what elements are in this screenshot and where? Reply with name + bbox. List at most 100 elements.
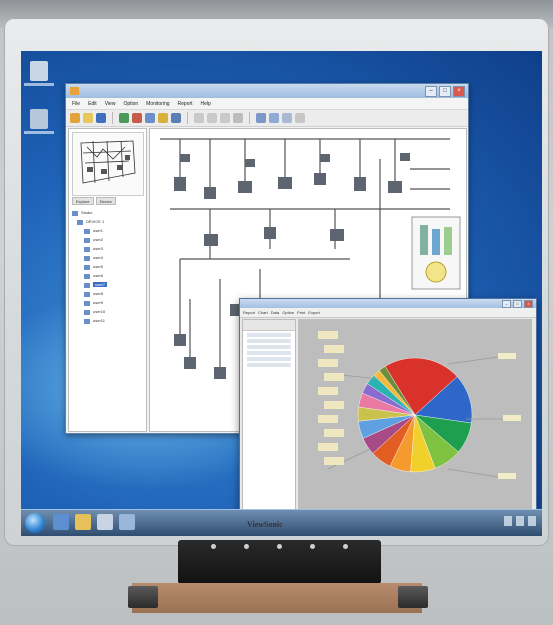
report-list-item[interactable]	[247, 345, 291, 349]
user-node-icon	[84, 274, 90, 279]
maximize-button[interactable]: □	[439, 86, 451, 97]
monitor-button-menu[interactable]	[244, 544, 249, 549]
zoom-icon[interactable]	[256, 113, 266, 123]
close-button[interactable]: ×	[453, 86, 465, 97]
export-tab[interactable]: Export	[308, 308, 320, 317]
report-list-item[interactable]	[247, 351, 291, 355]
monitor-button-up[interactable]	[310, 544, 315, 549]
pie-chart	[318, 331, 521, 479]
taskbar-app-icon[interactable]	[97, 514, 113, 530]
report-list-item[interactable]	[247, 363, 291, 367]
network-icon[interactable]	[504, 516, 512, 526]
data-tab[interactable]: Data	[271, 308, 279, 317]
tree-item[interactable]: user10	[72, 308, 144, 317]
grid-icon[interactable]	[282, 113, 292, 123]
tree-item[interactable]: Studio	[72, 209, 144, 218]
user-node-icon	[84, 319, 90, 324]
clock[interactable]	[528, 516, 536, 526]
chart-tab[interactable]: Chart	[258, 308, 268, 317]
delete-icon[interactable]	[233, 113, 243, 123]
option-tab[interactable]: Option	[282, 308, 294, 317]
overview-thumbnail[interactable]	[72, 132, 144, 196]
main-window-titlebar[interactable]: – □ ×	[66, 84, 468, 98]
copy-icon[interactable]	[207, 113, 217, 123]
menu-view[interactable]: View	[105, 101, 116, 107]
new-file-icon[interactable]	[83, 113, 93, 123]
tree-item[interactable]: user8	[72, 290, 144, 299]
callout-tag	[498, 353, 516, 359]
volume-icon[interactable]	[516, 516, 524, 526]
menu-bar: File Edit View Option Monitoring Report …	[66, 98, 468, 110]
monitor-button-power[interactable]	[211, 544, 216, 549]
disconnect-icon[interactable]	[132, 113, 142, 123]
menu-report[interactable]: Report	[178, 101, 193, 107]
toolbar-separator	[249, 112, 250, 124]
monitor-button-down[interactable]	[277, 544, 282, 549]
menu-file[interactable]: File	[72, 101, 80, 107]
report-list-item[interactable]	[247, 357, 291, 361]
menu-monitoring[interactable]: Monitoring	[146, 101, 169, 107]
report-tab[interactable]: Report	[243, 308, 255, 317]
report-close-button[interactable]: ×	[524, 300, 533, 308]
toolbar-separator	[112, 112, 113, 124]
monitor-bezel: – □ × File Edit View Option Monitoring R…	[4, 18, 549, 546]
connect-icon[interactable]	[119, 113, 129, 123]
report-list-item[interactable]	[247, 333, 291, 337]
legend-swatch	[324, 457, 344, 465]
tree-item[interactable]: user3	[72, 245, 144, 254]
report-minimize-button[interactable]: –	[502, 300, 511, 308]
desktop-icon-computer[interactable]	[24, 61, 54, 86]
legend-swatch	[318, 415, 338, 423]
open-folder-icon[interactable]	[70, 113, 80, 123]
start-button[interactable]	[25, 513, 45, 533]
menu-edit[interactable]: Edit	[88, 101, 97, 107]
monitor-icon[interactable]	[171, 113, 181, 123]
paste-icon[interactable]	[220, 113, 230, 123]
report-list-pane	[242, 319, 296, 511]
monitor-stand	[132, 583, 422, 613]
taskbar-app-icon[interactable]	[119, 514, 135, 530]
toolbar	[66, 110, 468, 127]
tree-item[interactable]: user2	[72, 236, 144, 245]
refresh-icon[interactable]	[295, 113, 305, 123]
tree-item-selected[interactable]: user7	[72, 281, 144, 290]
report-list-item[interactable]	[247, 339, 291, 343]
user-node-icon	[84, 247, 90, 252]
device-tree: Studio DEVICE 1 user1 user2 user3 user4 …	[72, 209, 144, 326]
tree-item[interactable]: user1	[72, 227, 144, 236]
report-window-titlebar[interactable]: – □ ×	[240, 299, 536, 308]
settings-icon[interactable]	[158, 113, 168, 123]
select-icon[interactable]	[269, 113, 279, 123]
tab-device[interactable]: Device	[95, 197, 116, 205]
taskbar-folder-icon[interactable]	[75, 514, 91, 530]
monitor-button-select[interactable]	[343, 544, 348, 549]
report-list-header	[243, 320, 295, 331]
report-maximize-button[interactable]: □	[513, 300, 522, 308]
tree-item[interactable]: user9	[72, 299, 144, 308]
tree-item[interactable]: user11	[72, 317, 144, 326]
toolbar-separator	[187, 112, 188, 124]
desktop-icon-recycle-bin[interactable]	[24, 109, 54, 134]
taskbar-ie-icon[interactable]	[53, 514, 69, 530]
legend-swatch	[324, 373, 344, 381]
callout-tag	[503, 415, 521, 421]
device-icon[interactable]	[145, 113, 155, 123]
monitor-brand-logo: ViewSonic	[247, 520, 283, 529]
save-icon[interactable]	[96, 113, 106, 123]
tree-item[interactable]: DEVICE 1	[72, 218, 144, 227]
menu-option[interactable]: Option	[123, 101, 138, 107]
print-tab[interactable]: Print	[297, 308, 305, 317]
minimize-button[interactable]: –	[425, 86, 437, 97]
tab-explore[interactable]: Explore	[72, 197, 94, 205]
tree-item[interactable]: user4	[72, 254, 144, 263]
tree-item[interactable]: user6	[72, 272, 144, 281]
legend-swatch	[318, 331, 338, 339]
system-tray	[504, 516, 536, 530]
user-node-icon	[84, 265, 90, 270]
cut-icon[interactable]	[194, 113, 204, 123]
user-node-icon	[84, 238, 90, 243]
tree-item[interactable]: user5	[72, 263, 144, 272]
menu-help[interactable]: Help	[201, 101, 211, 107]
user-node-icon	[84, 229, 90, 234]
legend-swatch	[324, 429, 344, 437]
